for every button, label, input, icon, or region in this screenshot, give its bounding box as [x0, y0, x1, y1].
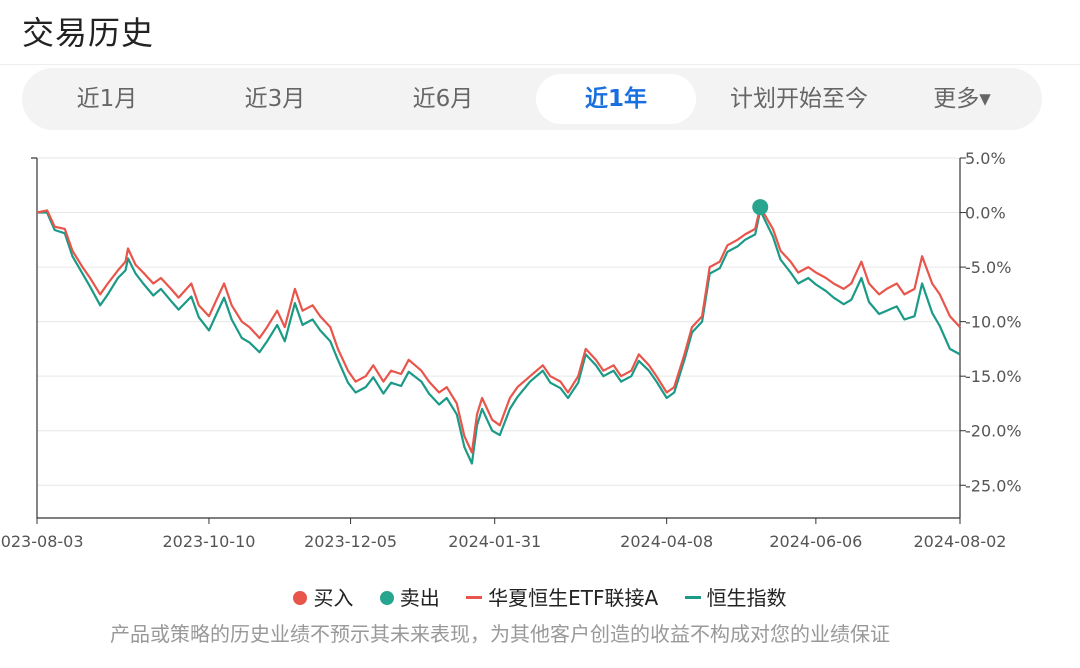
y-tick-label: -20.0% — [965, 422, 1022, 441]
series-line-fund — [36, 206, 961, 454]
legend-fund-label: 华夏恒生ETF联接A — [488, 586, 659, 610]
index-line-icon — [684, 596, 701, 599]
sell-marker-icon — [379, 590, 394, 605]
legend-index: 恒生指数 — [684, 582, 787, 611]
legend-sell: 卖出 — [379, 582, 440, 611]
y-tick-label: -5.0% — [965, 258, 1011, 277]
x-tick-label: 2024-01-31 — [448, 532, 541, 551]
header-divider — [0, 64, 1080, 65]
sell-marker — [752, 199, 769, 216]
tab-since-plan-start[interactable]: 计划开始至今 — [704, 74, 894, 124]
y-tick-label: 5.0% — [965, 150, 1006, 168]
legend-buy-label: 买入 — [313, 586, 354, 610]
legend-buy: 买入 — [293, 582, 353, 611]
chart-legend: 买入 卖出 华夏恒生ETF联接A 恒生指数 — [0, 582, 1080, 611]
y-tick-label: -10.0% — [965, 313, 1022, 332]
tab-more[interactable]: 更多▾ — [902, 74, 1022, 124]
x-tick-label: 2023-12-05 — [304, 532, 397, 551]
legend-sell-label: 卖出 — [399, 586, 440, 610]
buy-marker-icon — [293, 590, 308, 605]
x-tick-label: 2024-06-06 — [769, 532, 862, 551]
tab-3-months[interactable]: 近3月 — [200, 74, 350, 124]
fund-line-icon — [466, 596, 483, 599]
period-tab-bar: 近1月 近3月 近6月 近1年 计划开始至今 更多▾ — [22, 68, 1042, 130]
x-tick-label: 2023-08-03 — [0, 532, 83, 551]
disclaimer-text: 产品或策略的历史业绩不预示其未来表现，为其他客户创造的收益不构成对您的业绩保证 — [110, 622, 890, 646]
y-tick-label: -25.0% — [965, 476, 1022, 495]
x-tick-label: 2024-08-02 — [914, 532, 1007, 551]
y-tick-label: 0.0% — [965, 204, 1006, 223]
tab-1-year[interactable]: 近1年 — [536, 74, 696, 124]
legend-fund: 华夏恒生ETF联接A — [466, 582, 658, 611]
x-tick-label: 2024-04-08 — [620, 532, 713, 551]
legend-index-label: 恒生指数 — [706, 586, 787, 610]
tab-1-month[interactable]: 近1月 — [32, 74, 182, 124]
y-tick-label: -15.0% — [965, 367, 1022, 386]
tab-6-months[interactable]: 近6月 — [368, 74, 518, 124]
page-title: 交易历史 — [22, 14, 155, 52]
performance-chart: 5.0% 0.0% -5.0% -10.0% -15.0% -20.0% -25.0% 202… — [0, 150, 1022, 551]
x-tick-label: 2023-10-10 — [162, 532, 255, 551]
